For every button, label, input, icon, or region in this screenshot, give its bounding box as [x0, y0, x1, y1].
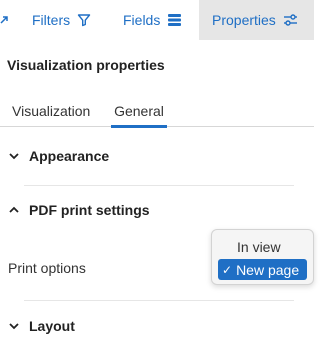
fields-label: Fields — [123, 12, 161, 28]
filters-label: Filters — [32, 12, 71, 28]
dropdown-option-new-page[interactable]: ✓ New page — [218, 259, 307, 280]
tab-general[interactable]: General — [111, 100, 167, 128]
fields-icon — [167, 13, 182, 27]
option-label: New page — [236, 261, 300, 278]
dropdown-option-in-view[interactable]: In view — [218, 236, 307, 257]
print-options-label: Print options — [8, 260, 86, 276]
section-layout-label: Layout — [29, 318, 75, 334]
fields-button[interactable]: Fields — [123, 0, 182, 40]
divider — [24, 300, 294, 301]
option-label: In view — [237, 238, 281, 255]
chevron-down-icon — [7, 149, 21, 163]
properties-button[interactable]: Properties — [199, 0, 314, 40]
funnel-icon — [77, 13, 91, 27]
section-layout[interactable]: Layout — [7, 318, 75, 334]
section-appearance-label: Appearance — [29, 148, 110, 164]
chevron-down-icon — [7, 319, 21, 333]
section-pdf-print-settings[interactable]: PDF print settings — [7, 202, 150, 218]
print-options-dropdown[interactable]: In view ✓ New page — [211, 229, 314, 285]
divider — [24, 185, 294, 186]
toolbar: Filters Fields Properties — [0, 0, 314, 40]
section-appearance[interactable]: Appearance — [7, 148, 109, 164]
tab-bar: Visualization General — [0, 100, 314, 128]
filters-button[interactable]: Filters — [32, 0, 91, 40]
tab-visualization[interactable]: Visualization — [12, 100, 90, 127]
sliders-icon — [283, 13, 298, 27]
properties-label: Properties — [212, 12, 276, 28]
arrow-icon[interactable] — [0, 0, 14, 40]
chevron-up-icon — [7, 203, 21, 217]
panel-title: Visualization properties — [7, 57, 165, 73]
section-pdf-print-settings-label: PDF print settings — [29, 202, 150, 218]
checkmark-icon: ✓ — [222, 262, 233, 277]
